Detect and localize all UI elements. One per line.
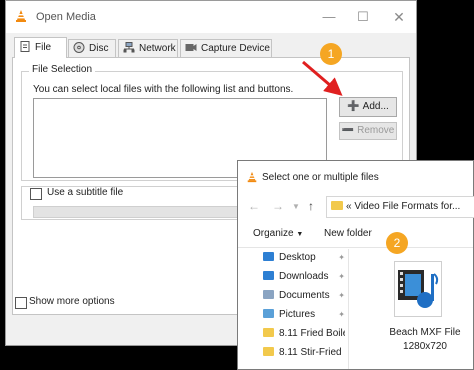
nav-item-label: Downloads: [279, 271, 329, 282]
video-file-thumbnail: [394, 261, 442, 317]
step-1-badge: 1: [320, 43, 342, 65]
nav-item[interactable]: Desktop ✦: [263, 249, 345, 266]
new-folder-button[interactable]: New folder: [324, 228, 372, 239]
pin-icon: ✦: [338, 310, 345, 319]
nav-item[interactable]: Documents ✦: [263, 287, 345, 304]
file-item[interactable]: Beach MXF File 1280x720: [380, 253, 470, 369]
vlc-cone-icon: [247, 171, 257, 183]
pictures-icon: [263, 309, 274, 318]
back-arrow-icon[interactable]: ←: [248, 199, 260, 213]
nav-item[interactable]: 8.11 Fried Boiled: [263, 325, 345, 342]
desktop-icon: [263, 252, 274, 261]
nav-item-label: Desktop: [279, 252, 316, 263]
picker-nav-bar: ← → ▼ ↑ « Video File Formats for...: [238, 193, 474, 221]
step-2-badge: 2: [386, 232, 408, 254]
file-dimensions: 1280x720: [403, 341, 447, 352]
nav-item-label: Pictures: [279, 309, 316, 320]
nav-pane-divider: [348, 249, 349, 369]
downloads-icon: [263, 271, 274, 280]
nav-item-label: 8.11 Fried Boiled: [279, 328, 345, 339]
file-name: Beach MXF File: [389, 327, 461, 338]
file-icon: [20, 41, 30, 52]
picker-title: Select one or multiple files: [262, 172, 379, 183]
up-arrow-icon[interactable]: ↑: [308, 199, 314, 213]
organize-button[interactable]: Organize ▼: [253, 228, 303, 239]
folder-icon: [263, 328, 274, 337]
pin-icon: ✦: [338, 272, 345, 281]
folder-icon: [263, 347, 274, 356]
nav-item[interactable]: Pictures ✦: [263, 306, 345, 323]
folder-icon: [331, 201, 343, 210]
documents-icon: [263, 290, 274, 299]
pin-icon: ✦: [338, 291, 345, 300]
chevron-down-icon: ▼: [296, 231, 304, 238]
picker-toolbar: Organize ▼ New folder: [238, 223, 473, 247]
nav-item-label: Documents: [279, 290, 330, 301]
pin-icon: ✦: [338, 253, 345, 262]
forward-arrow-icon[interactable]: →: [272, 199, 284, 213]
arrow-to-add-button: [302, 60, 343, 96]
video-music-icon: [398, 270, 439, 308]
tab-label: File: [35, 42, 52, 53]
nav-item-label: 8.11 Stir-Fried Lc: [279, 347, 345, 358]
address-text: « Video File Formats for...: [346, 201, 461, 212]
toolbar-divider: [238, 247, 473, 248]
tab-file[interactable]: File: [14, 37, 67, 58]
nav-item[interactable]: 8.11 Stir-Fried Lc: [263, 344, 345, 361]
organize-label: Organize: [253, 228, 294, 239]
chevron-down-icon[interactable]: ▼: [292, 202, 300, 211]
address-bar[interactable]: « Video File Formats for...: [326, 196, 474, 218]
file-picker-dialog: Select one or multiple files ← → ▼ ↑ « V…: [237, 160, 474, 370]
nav-item[interactable]: Downloads ✦: [263, 268, 345, 285]
